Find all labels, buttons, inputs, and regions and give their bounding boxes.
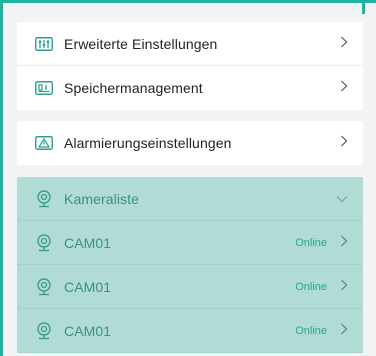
camera-name: CAM01 bbox=[64, 322, 112, 339]
camera-icon bbox=[35, 277, 53, 296]
alarm-card: Alarmierungseinstellungen bbox=[17, 121, 363, 165]
camera-status: Online bbox=[295, 324, 327, 337]
chevron-right-icon bbox=[340, 322, 348, 340]
chevron-right-icon bbox=[340, 134, 348, 152]
camera-item[interactable]: CAM01 Online bbox=[17, 221, 363, 265]
storage-management-item[interactable]: Speichermanagement bbox=[17, 66, 363, 110]
camera-status: Online bbox=[295, 280, 327, 293]
sliders-icon bbox=[35, 35, 53, 53]
camera-list-card: Kameraliste CAM01 Online CAM01 Online CA… bbox=[17, 177, 363, 353]
camera-name: CAM01 bbox=[64, 278, 112, 295]
camera-list-header[interactable]: Kameraliste bbox=[17, 177, 363, 221]
frame-corner-line bbox=[362, 0, 365, 14]
settings-card: Erweiterte Einstellungen Speichermanagem… bbox=[17, 22, 363, 110]
camera-icon bbox=[35, 189, 53, 208]
camera-name: CAM01 bbox=[64, 234, 112, 251]
camera-list-title: Kameraliste bbox=[64, 190, 140, 207]
chevron-right-icon bbox=[340, 79, 348, 97]
chevron-right-icon bbox=[340, 278, 348, 296]
advanced-settings-label: Erweiterte Einstellungen bbox=[64, 35, 218, 52]
storage-management-label: Speichermanagement bbox=[64, 80, 203, 96]
camera-icon bbox=[35, 233, 53, 252]
camera-item[interactable]: CAM01 Online bbox=[17, 309, 363, 353]
warning-icon bbox=[35, 134, 53, 152]
chevron-down-icon bbox=[336, 190, 348, 208]
chevron-right-icon bbox=[340, 35, 348, 53]
camera-icon bbox=[35, 321, 53, 340]
alarm-settings-label: Alarmierungseinstellungen bbox=[64, 135, 232, 151]
camera-item[interactable]: CAM01 Online bbox=[17, 265, 363, 309]
chevron-right-icon bbox=[340, 234, 348, 252]
alarm-settings-item[interactable]: Alarmierungseinstellungen bbox=[17, 121, 363, 165]
storage-icon bbox=[35, 79, 53, 97]
advanced-settings-item[interactable]: Erweiterte Einstellungen bbox=[17, 22, 363, 66]
camera-status: Online bbox=[295, 236, 327, 249]
